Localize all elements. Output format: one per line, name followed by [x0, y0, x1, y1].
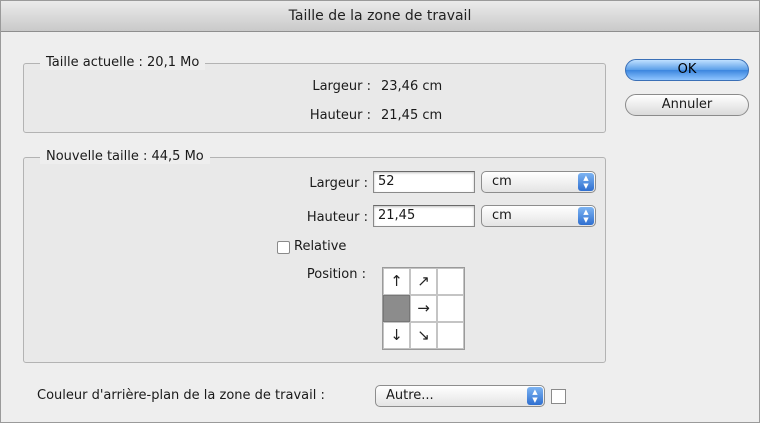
- arrow-up-right-icon: ↗: [417, 272, 430, 290]
- anchor-bottom-right[interactable]: [437, 322, 464, 349]
- arrow-right-icon: →: [417, 299, 430, 317]
- height-unit-value: cm: [492, 208, 512, 223]
- anchor-top-left[interactable]: ↑: [383, 268, 410, 295]
- relative-label[interactable]: Relative: [294, 239, 346, 254]
- anchor-bottom-left[interactable]: ↓: [383, 322, 410, 349]
- new-size-legend: Nouvelle taille : 44,5 Mo: [40, 149, 210, 164]
- anchor-middle-left[interactable]: [383, 295, 410, 322]
- anchor-middle-center[interactable]: →: [410, 295, 437, 322]
- canvas-size-dialog: Taille de la zone de travail Taille actu…: [0, 0, 760, 423]
- dialog-title: Taille de la zone de travail: [1, 1, 759, 32]
- current-width-label: Largeur :: [312, 79, 371, 94]
- new-width-label: Largeur :: [309, 176, 368, 191]
- width-unit-select[interactable]: cm ▲ ▼: [481, 171, 596, 193]
- select-arrows-icon: ▲ ▼: [578, 173, 594, 191]
- background-color-swatch[interactable]: [551, 389, 566, 404]
- select-arrows-icon: ▲ ▼: [578, 207, 594, 225]
- relative-checkbox[interactable]: [277, 241, 290, 254]
- width-unit-value: cm: [492, 174, 512, 189]
- arrow-down-right-icon: ↘: [417, 326, 430, 344]
- background-color-value: Autre...: [386, 388, 434, 403]
- background-color-label: Couleur d'arrière-plan de la zone de tra…: [37, 388, 325, 403]
- current-height-value: 21,45 cm: [381, 108, 443, 123]
- select-arrows-icon: ▲ ▼: [527, 387, 543, 405]
- anchor-top-right[interactable]: [437, 268, 464, 295]
- anchor-grid: ↑ ↗ → ↓ ↘: [382, 267, 465, 350]
- ok-button[interactable]: OK: [625, 59, 749, 81]
- anchor-top-center[interactable]: ↗: [410, 268, 437, 295]
- current-width-value: 23,46 cm: [381, 79, 443, 94]
- cancel-button[interactable]: Annuler: [625, 94, 749, 116]
- arrow-down-icon: ↓: [390, 326, 403, 344]
- position-label: Position :: [306, 267, 366, 282]
- anchor-middle-right[interactable]: [437, 295, 464, 322]
- height-input[interactable]: 21,45: [373, 205, 475, 227]
- background-color-select[interactable]: Autre... ▲ ▼: [375, 385, 545, 407]
- width-input[interactable]: 52: [373, 171, 475, 193]
- anchor-bottom-center[interactable]: ↘: [410, 322, 437, 349]
- new-height-label: Hauteur :: [306, 210, 368, 225]
- current-height-label: Hauteur :: [309, 108, 371, 123]
- height-unit-select[interactable]: cm ▲ ▼: [481, 205, 596, 227]
- arrow-up-icon: ↑: [390, 272, 403, 290]
- current-size-legend: Taille actuelle : 20,1 Mo: [40, 55, 206, 70]
